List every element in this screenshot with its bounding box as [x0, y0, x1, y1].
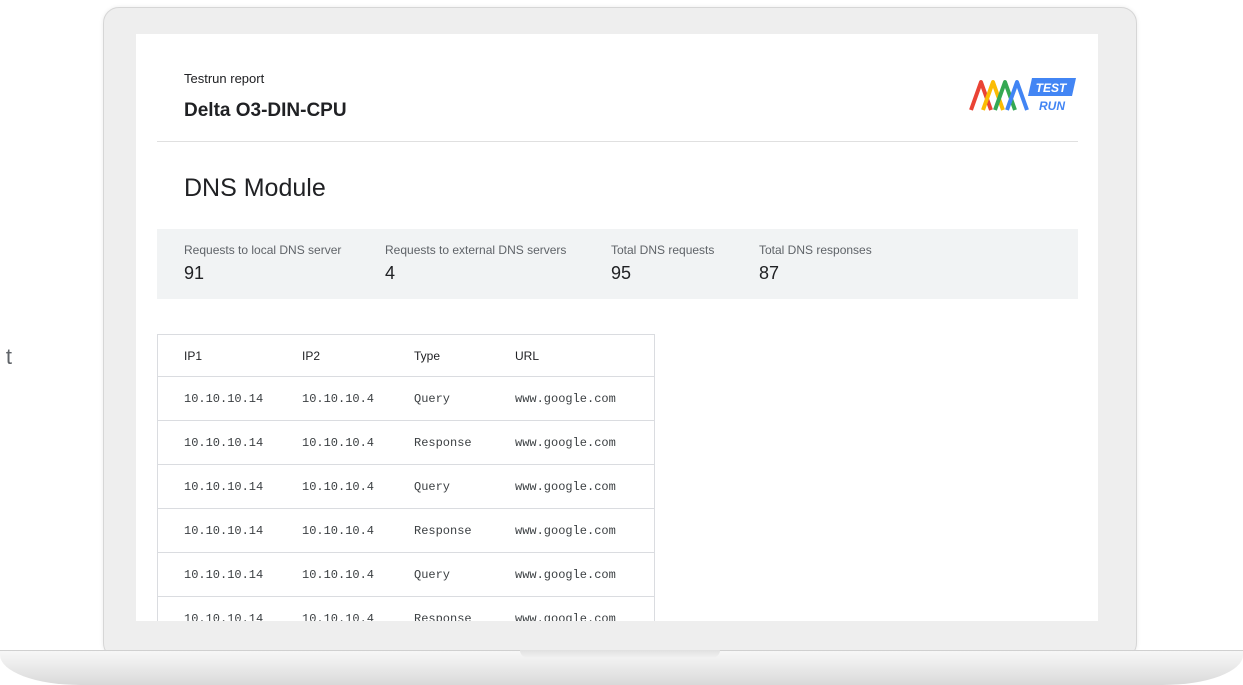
cell-ip1: 10.10.10.14 — [157, 464, 276, 509]
cell-url: www.google.com — [489, 420, 655, 465]
column-header-ip2: IP2 — [276, 334, 388, 377]
column-header-type: Type — [388, 334, 489, 377]
column-header-ip1: IP1 — [157, 334, 276, 377]
table-row: 10.10.10.14 10.10.10.4 Query www.google.… — [157, 376, 655, 421]
stat-label: Requests to local DNS server — [184, 243, 342, 257]
stat-label: Total DNS responses — [759, 243, 872, 257]
stat-value: 95 — [611, 263, 632, 283]
logo-badge-top-text: TEST — [1036, 81, 1068, 95]
laptop-base-notch — [520, 650, 720, 658]
cell-type: Response — [388, 508, 489, 553]
stat-total-dns-requests: Total DNS requests 95 — [611, 243, 714, 284]
cell-ip2: 10.10.10.4 — [276, 376, 388, 421]
cell-ip2: 10.10.10.4 — [276, 552, 388, 597]
stat-value: 87 — [759, 263, 780, 283]
dns-summary-panel: Requests to local DNS server 91 Requests… — [157, 229, 1078, 299]
stat-local-dns-requests: Requests to local DNS server 91 — [184, 243, 341, 284]
device-name: Delta O3-DIN-CPU — [184, 100, 347, 121]
cell-ip1: 10.10.10.14 — [157, 508, 276, 553]
cell-type: Query — [388, 464, 489, 509]
table-row: 10.10.10.14 10.10.10.4 Response www.goog… — [157, 596, 655, 621]
stat-label: Total DNS requests — [611, 243, 715, 257]
cell-ip1: 10.10.10.14 — [157, 376, 276, 421]
stat-value: 4 — [385, 263, 396, 283]
table-row: 10.10.10.14 10.10.10.4 Query www.google.… — [157, 464, 655, 509]
background-text-fragment: t — [5, 346, 12, 368]
table-row: 10.10.10.14 10.10.10.4 Response www.goog… — [157, 420, 655, 465]
table-row: 10.10.10.14 10.10.10.4 Query www.google.… — [157, 552, 655, 597]
cell-ip1: 10.10.10.14 — [157, 552, 276, 597]
cell-url: www.google.com — [489, 596, 655, 621]
report-label: Testrun report — [184, 71, 265, 86]
cell-url: www.google.com — [489, 376, 655, 421]
module-title: DNS Module — [184, 174, 326, 202]
table-row: 10.10.10.14 10.10.10.4 Response www.goog… — [157, 508, 655, 553]
cell-type: Response — [388, 596, 489, 621]
header-divider — [157, 141, 1078, 142]
logo-peak-blue — [1005, 80, 1029, 111]
column-header-url: URL — [489, 334, 655, 377]
stat-external-dns-requests: Requests to external DNS servers 4 — [385, 243, 566, 284]
stat-label: Requests to external DNS servers — [385, 243, 567, 257]
stat-value: 91 — [184, 263, 205, 283]
table-header-row: IP1 IP2 Type URL — [157, 334, 655, 377]
cell-ip2: 10.10.10.4 — [276, 596, 388, 621]
cell-type: Response — [388, 420, 489, 465]
stat-total-dns-responses: Total DNS responses 87 — [759, 243, 872, 284]
cell-ip2: 10.10.10.4 — [276, 508, 388, 553]
cell-ip1: 10.10.10.14 — [157, 596, 276, 621]
testrun-logo: TEST RUN — [968, 74, 1080, 114]
cell-ip1: 10.10.10.14 — [157, 420, 276, 465]
cell-url: www.google.com — [489, 508, 655, 553]
cell-url: www.google.com — [489, 552, 655, 597]
cell-type: Query — [388, 376, 489, 421]
dns-traffic-table: IP1 IP2 Type URL 10.10.10.14 10.10.10.4 … — [157, 334, 655, 621]
cell-url: www.google.com — [489, 464, 655, 509]
cell-ip2: 10.10.10.4 — [276, 464, 388, 509]
logo-badge-bottom-text: RUN — [1039, 99, 1065, 113]
cell-ip2: 10.10.10.4 — [276, 420, 388, 465]
laptop-screen: Testrun report Delta O3-DIN-CPU TEST RUN… — [136, 34, 1098, 621]
cell-type: Query — [388, 552, 489, 597]
